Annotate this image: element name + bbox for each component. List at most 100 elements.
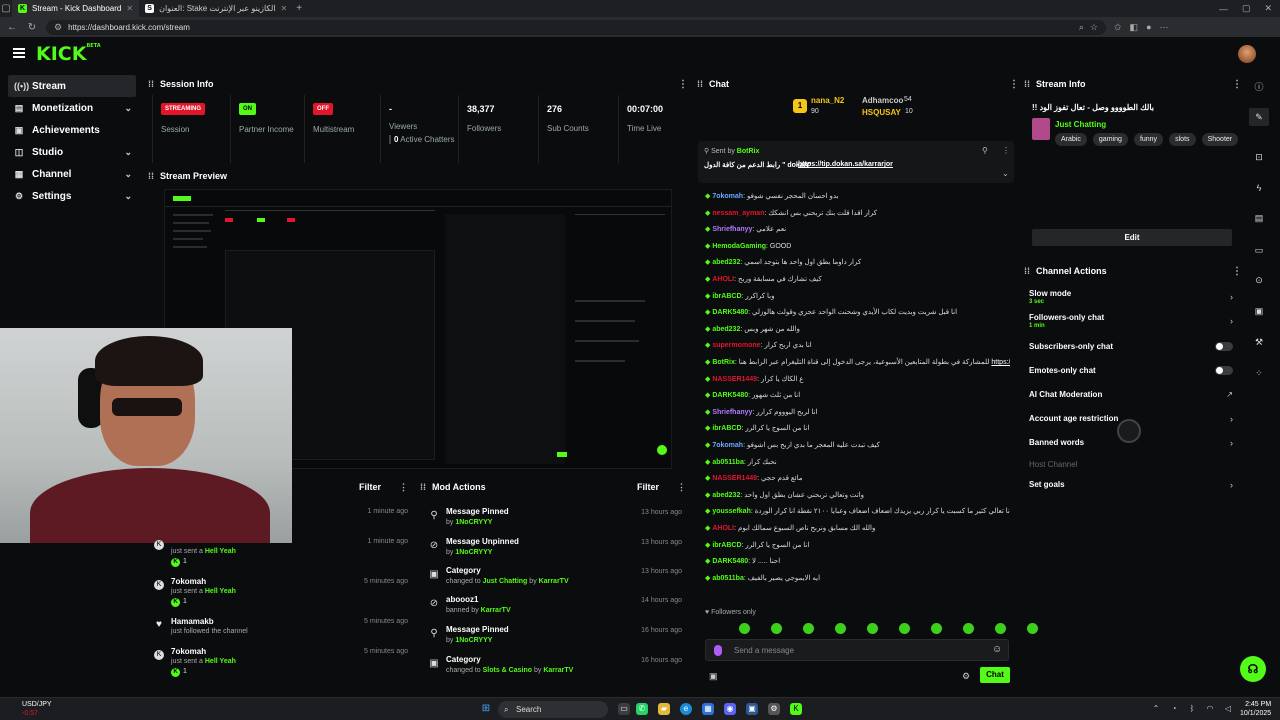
broadcast-icon[interactable]: ⊙ xyxy=(1249,271,1269,289)
channel-action-slow-mode[interactable]: Slow mode 3 sec › xyxy=(1029,289,1237,305)
help-chat-button[interactable]: ☊ xyxy=(1240,656,1266,682)
drag-handle-icon[interactable]: ⁞⁞ xyxy=(148,171,154,181)
chat-username[interactable]: ab0511ba xyxy=(712,459,744,466)
chat-bubble-icon[interactable]: ▭ xyxy=(1249,241,1269,259)
sidebar-item-studio[interactable]: ◫ Studio ⌄ xyxy=(0,141,140,163)
emote-icon[interactable] xyxy=(995,623,1006,634)
settings-icon[interactable]: ⚙ xyxy=(768,703,780,715)
tag[interactable]: Shooter xyxy=(1201,133,1239,146)
chat-username[interactable]: abed232 xyxy=(712,492,740,499)
hamburger-menu-icon[interactable] xyxy=(13,48,25,58)
channel-action-ai-moderation[interactable]: AI Chat Moderation ↗ xyxy=(1029,390,1237,399)
microphone-icon[interactable] xyxy=(714,645,722,656)
sidebar-item-monetization[interactable]: ▤ Monetization ⌄ xyxy=(0,97,140,119)
tab-list-icon[interactable]: ▢ xyxy=(0,3,12,14)
filter-button[interactable]: Filter xyxy=(359,482,381,492)
chat-username[interactable]: DARK5480 xyxy=(712,392,748,399)
sidebar-item-channel[interactable]: ▦ Channel ⌄ xyxy=(0,163,140,185)
network-icon[interactable]: ◔ xyxy=(1168,703,1180,715)
pinned-link[interactable]: https://tip.dokan.sa/karrarjor xyxy=(798,161,893,168)
pencil-icon[interactable]: ✎ xyxy=(1249,108,1269,126)
emote-icon[interactable] xyxy=(771,623,782,634)
chat-username[interactable]: NASSER1449 xyxy=(712,475,757,482)
chat-username[interactable]: Shriefhanyy xyxy=(712,409,752,416)
lightning-icon[interactable]: ϟ xyxy=(1249,179,1269,197)
emote-icon[interactable] xyxy=(899,623,910,634)
file-explorer-icon[interactable]: ▰ xyxy=(658,703,670,715)
emote-icon[interactable] xyxy=(1027,623,1038,634)
gear-icon[interactable]: ⚙ xyxy=(962,671,970,682)
chat-input[interactable]: Send a message ☺ xyxy=(705,639,1009,661)
sidebar-item-achievements[interactable]: ▣ Achievements xyxy=(0,119,140,141)
tag[interactable]: Arabic xyxy=(1055,133,1087,146)
gifter-name[interactable]: Adhamcoo xyxy=(862,96,903,105)
chat-username[interactable]: AHOLI xyxy=(712,525,734,532)
chat-username[interactable]: nessam_ayman xyxy=(712,210,764,217)
shield-icon[interactable]: ▣ xyxy=(1249,302,1269,320)
chat-username[interactable]: NASSER1449 xyxy=(712,376,757,383)
menu-dots-icon[interactable]: ⋯ xyxy=(1160,22,1169,33)
preview-icon[interactable]: ⊡ xyxy=(1249,148,1269,166)
chat-username[interactable]: ibrABCD xyxy=(712,293,741,300)
taskbar-clock[interactable]: 2:45 PM 10/1/2025 xyxy=(1240,700,1271,718)
close-tab-icon[interactable]: ✕ xyxy=(281,4,288,13)
close-tab-icon[interactable]: ✕ xyxy=(126,4,133,13)
more-options-icon[interactable]: ⋮ xyxy=(1009,79,1019,90)
emote-icon[interactable] xyxy=(867,623,878,634)
edit-stream-info-button[interactable]: Edit xyxy=(1032,229,1232,246)
tag[interactable]: gaming xyxy=(1092,133,1128,146)
back-icon[interactable]: ← xyxy=(6,22,18,33)
address-bar[interactable]: ⚙ https://dashboard.kick.com/stream ⌕ ☆ xyxy=(46,19,1106,35)
chat-username[interactable]: 7okomah xyxy=(712,193,743,200)
chat-username[interactable]: DARK5480 xyxy=(712,309,748,316)
sidebar-item-settings[interactable]: ⚙ Settings ⌄ xyxy=(0,185,140,207)
pin-icon[interactable]: ⚲ xyxy=(982,146,988,155)
stream-category[interactable]: Just Chatting xyxy=(1055,120,1106,129)
chat-username[interactable]: supermomone xyxy=(712,342,760,349)
chat-link[interactable]: https://t.me/karrartv1 xyxy=(991,359,1010,366)
browser-tab-stake[interactable]: S العنوان: Stake الكازينو عبر الإنترنت ✕ xyxy=(139,0,293,17)
chat-username[interactable]: abed232 xyxy=(712,259,740,266)
chevron-down-icon[interactable]: ⌄ xyxy=(1002,169,1009,178)
browser-tab-kick[interactable]: K Stream - Kick Dashboard ✕ xyxy=(12,0,140,17)
chat-username[interactable]: DARK5480 xyxy=(712,558,748,565)
filter-button[interactable]: Filter xyxy=(637,482,659,492)
info-icon[interactable]: ⓘ xyxy=(1249,78,1269,96)
task-view-icon[interactable]: ▭ xyxy=(618,703,630,715)
more-options-icon[interactable]: ⋮ xyxy=(678,79,688,90)
channel-action-followers-only[interactable]: Followers-only chat 1 min › xyxy=(1029,313,1237,329)
app-icon[interactable]: ▣ xyxy=(746,703,758,715)
kick-logo[interactable]: KICKBETA xyxy=(36,43,101,65)
chat-username[interactable]: 7okomah xyxy=(712,442,743,449)
emote-icon[interactable] xyxy=(835,623,846,634)
kick-app-icon[interactable]: K xyxy=(790,703,802,715)
subscribers-only-toggle[interactable] xyxy=(1215,342,1233,351)
feed-user[interactable]: 7okomah xyxy=(171,577,206,586)
more-options-icon[interactable]: ⋮ xyxy=(677,482,686,493)
more-options-icon[interactable]: ⋮ xyxy=(399,482,408,493)
emotes-only-toggle[interactable] xyxy=(1215,366,1233,375)
drag-handle-icon[interactable]: ⁞⁞ xyxy=(420,482,426,492)
drag-handle-icon[interactable]: ⁞⁞ xyxy=(1024,266,1030,276)
tray-chevron-icon[interactable]: ⌃ xyxy=(1150,703,1162,715)
wrench-icon[interactable]: ⚒ xyxy=(1249,333,1269,351)
feed-user[interactable]: Hamamakb xyxy=(171,617,214,626)
bookmark-star-icon[interactable]: ☆ xyxy=(1090,22,1098,33)
chat-username[interactable]: abed232 xyxy=(712,326,740,333)
tag[interactable]: funny xyxy=(1133,133,1164,146)
more-options-icon[interactable]: ⋮ xyxy=(1232,266,1242,277)
extensions-icon[interactable]: ◧ xyxy=(1130,22,1139,33)
drag-handle-icon[interactable]: ⁞⁞ xyxy=(1024,79,1030,89)
bluetooth-icon[interactable]: ᛒ xyxy=(1186,703,1198,715)
chat-username[interactable]: AHOLI xyxy=(712,276,734,283)
chat-username[interactable]: BotRix xyxy=(712,359,735,366)
chat-username[interactable]: ab0511ba xyxy=(712,575,744,582)
gifter-name[interactable]: HSQUSAY xyxy=(862,108,901,117)
gift-icon[interactable]: ▣ xyxy=(709,671,718,682)
channel-action-set-goals[interactable]: Set goals › xyxy=(1029,480,1237,490)
taskbar-widget[interactable]: USD/JPY -0.57 xyxy=(22,700,52,718)
taskbar-search[interactable]: ⌕ Search xyxy=(498,701,608,718)
chat-username[interactable]: ibrABCD xyxy=(712,542,741,549)
refresh-icon[interactable]: ↻ xyxy=(26,22,38,33)
emote-icon[interactable] xyxy=(931,623,942,634)
